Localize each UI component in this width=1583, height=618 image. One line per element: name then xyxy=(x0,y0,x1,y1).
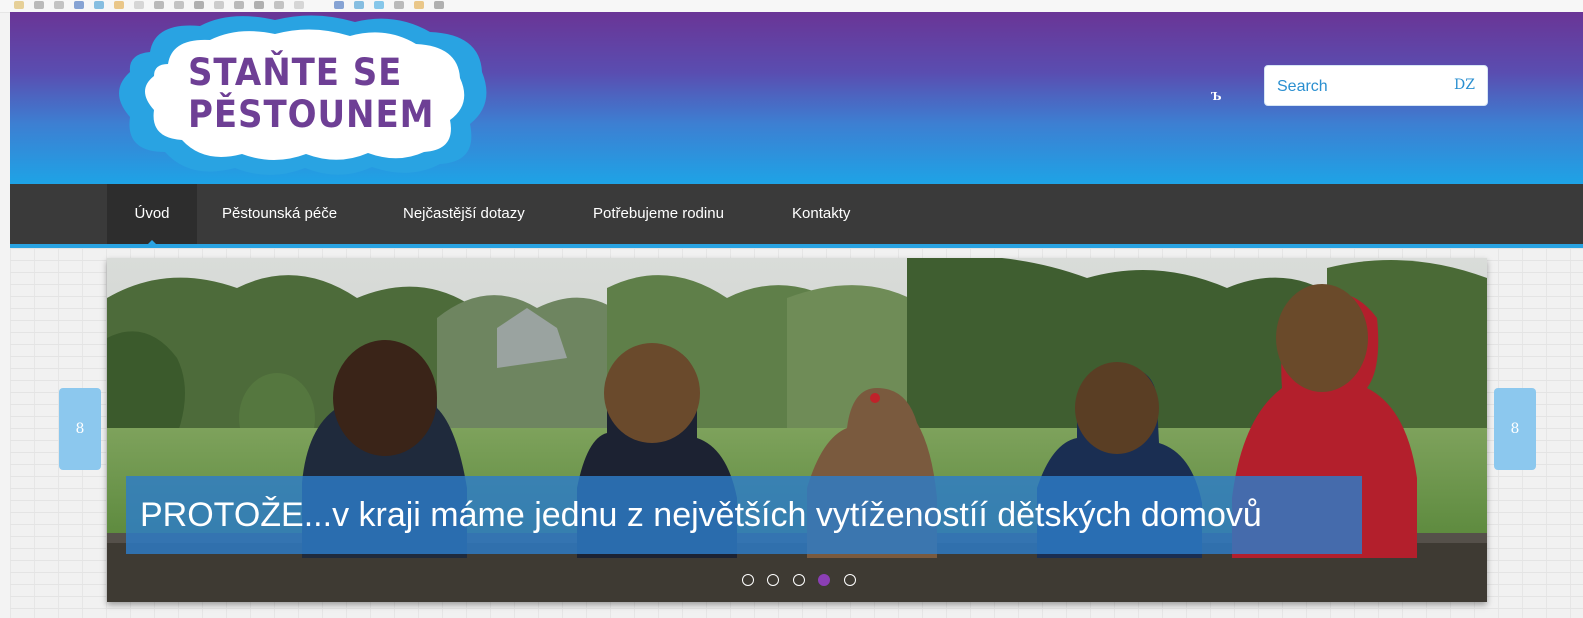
slider-next-button[interactable]: 8 xyxy=(1494,388,1536,470)
search-toggle-icon[interactable]: Ъ xyxy=(1211,90,1222,103)
nav-item-label: Kontakty xyxy=(792,205,851,222)
search-box: DZ xyxy=(1264,65,1488,106)
prev-arrow-icon: 8 xyxy=(75,421,85,437)
search-icon[interactable]: DZ xyxy=(1454,77,1475,93)
nav-item-kontakty[interactable]: Kontakty xyxy=(792,184,850,244)
slider-dot-3[interactable] xyxy=(792,574,805,586)
logo-text: STAŇTE SE PĚSTOUNEM xyxy=(188,51,435,136)
main-navigation: Úvod Pěstounská péče Nejčastější dotazy … xyxy=(10,184,1583,248)
active-caret-icon xyxy=(144,240,160,248)
next-arrow-icon: 8 xyxy=(1510,421,1520,437)
logo-line-2: PĚSTOUNEM xyxy=(188,93,435,136)
nav-item-label: Nejčastější dotazy xyxy=(403,205,525,222)
hero-slider: PROTOŽE...v kraji máme jednu z největšíc… xyxy=(107,258,1487,602)
slider-pagination xyxy=(742,574,865,590)
nav-item-label: Úvod xyxy=(134,205,170,222)
slider-dot-1[interactable] xyxy=(742,574,754,586)
nav-item-uvod[interactable]: Úvod xyxy=(107,184,197,248)
slide-caption: PROTOŽE...v kraji máme jednu z největšíc… xyxy=(126,476,1362,554)
slider-prev-button[interactable]: 8 xyxy=(59,388,101,470)
site-header: STAŇTE SE PĚSTOUNEM Ъ DZ xyxy=(10,12,1583,184)
slider-dot-5[interactable] xyxy=(843,574,856,586)
nav-item-pestounska-pece[interactable]: Pěstounská péče xyxy=(222,184,337,244)
search-input[interactable] xyxy=(1275,75,1439,99)
slider-dot-4[interactable] xyxy=(818,574,831,586)
nav-item-potrebujeme-rodinu[interactable]: Potřebujeme rodinu xyxy=(593,184,724,244)
slider-dot-2[interactable] xyxy=(767,574,780,586)
logo-line-1: STAŇTE SE xyxy=(188,51,403,94)
nav-item-label: Potřebujeme rodinu xyxy=(593,205,724,222)
nav-item-nejcastejsi-dotazy[interactable]: Nejčastější dotazy xyxy=(403,184,525,244)
site-logo[interactable]: STAŇTE SE PĚSTOUNEM xyxy=(110,12,495,177)
nav-item-label: Pěstounská péče xyxy=(222,205,338,222)
